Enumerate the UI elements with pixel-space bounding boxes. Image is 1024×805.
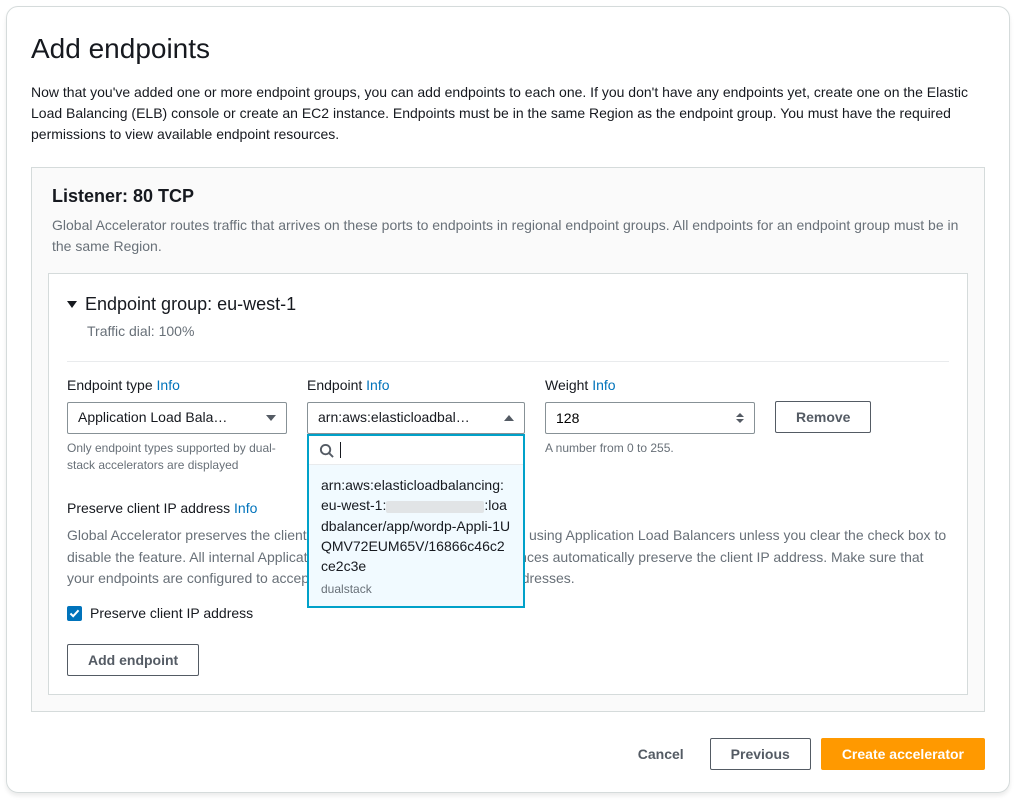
add-endpoints-page: Add endpoints Now that you've added one … [6, 6, 1010, 793]
endpoint-search-input[interactable] [309, 436, 523, 465]
endpoint-type-hint: Only endpoint types supported by dual-st… [67, 440, 287, 474]
spinner-up-icon[interactable] [736, 413, 744, 417]
endpoint-type-value: Application Load Bala… [78, 408, 258, 428]
chevron-up-icon [504, 415, 514, 421]
preserve-ip-checkbox-label: Preserve client IP address [90, 604, 253, 624]
preserve-ip-info-link[interactable]: Info [234, 500, 257, 516]
weight-label-text: Weight [545, 377, 592, 393]
text-cursor [340, 442, 341, 458]
redacted-account-id [386, 501, 484, 513]
endpoint-group-subtitle: Traffic dial: 100% [87, 322, 949, 342]
add-endpoint-row: Add endpoint [67, 644, 949, 676]
cancel-button[interactable]: Cancel [622, 740, 700, 768]
caret-down-icon [67, 301, 77, 308]
remove-column: Remove [775, 376, 871, 433]
weight-input[interactable] [545, 402, 755, 434]
previous-button[interactable]: Previous [710, 738, 811, 770]
endpoint-type-label: Endpoint type Info [67, 376, 287, 396]
endpoint-type-info-link[interactable]: Info [157, 377, 180, 393]
check-icon [69, 609, 80, 618]
page-intro: Now that you've added one or more endpoi… [31, 82, 985, 145]
listener-desc: Global Accelerator routes traffic that a… [52, 215, 964, 257]
page-title: Add endpoints [31, 29, 985, 68]
search-icon [319, 443, 334, 458]
endpoint-type-label-text: Endpoint type [67, 377, 157, 393]
endpoint-group-toggle[interactable]: Endpoint group: eu-west-1 [67, 292, 949, 317]
listener-title: Listener: 80 TCP [52, 184, 964, 209]
divider [67, 361, 949, 362]
preserve-ip-title-text: Preserve client IP address [67, 500, 234, 516]
endpoint-select[interactable]: arn:aws:elasticloadbal… [307, 402, 525, 434]
weight-hint: A number from 0 to 255. [545, 440, 755, 457]
endpoint-option-sublabel: dualstack [321, 581, 511, 598]
endpoint-group-header: Endpoint group: eu-west-1 Traffic dial: … [67, 274, 949, 351]
endpoint-label: Endpoint Info [307, 376, 525, 396]
endpoint-type-column: Endpoint type Info Application Load Bala… [67, 376, 287, 473]
endpoint-value: arn:aws:elasticloadbal… [318, 408, 496, 428]
add-endpoint-button[interactable]: Add endpoint [67, 644, 199, 676]
weight-spinner [736, 413, 744, 423]
chevron-down-icon [266, 415, 276, 421]
weight-column: Weight Info A number from 0 to 255. [545, 376, 755, 456]
endpoint-column: Endpoint Info arn:aws:elasticloadbal… [307, 376, 525, 434]
endpoint-type-select[interactable]: Application Load Bala… [67, 402, 287, 434]
preserve-ip-checkbox[interactable] [67, 606, 82, 621]
wizard-footer: Cancel Previous Create accelerator [31, 738, 985, 770]
endpoint-group-title: Endpoint group: eu-west-1 [85, 292, 296, 317]
endpoint-row: Endpoint type Info Application Load Bala… [67, 376, 949, 473]
create-accelerator-button[interactable]: Create accelerator [821, 738, 985, 770]
weight-info-link[interactable]: Info [592, 377, 615, 393]
remove-button[interactable]: Remove [775, 401, 871, 433]
listener-header: Listener: 80 TCP Global Accelerator rout… [32, 168, 984, 273]
endpoint-info-link[interactable]: Info [366, 377, 389, 393]
listener-container: Listener: 80 TCP Global Accelerator rout… [31, 167, 985, 711]
endpoint-option[interactable]: arn:aws:elasticloadbalancing:eu-west-1::… [309, 465, 523, 606]
endpoint-group-box: Endpoint group: eu-west-1 Traffic dial: … [48, 273, 968, 694]
endpoint-label-text: Endpoint [307, 377, 366, 393]
endpoint-dropdown: arn:aws:elasticloadbalancing:eu-west-1::… [307, 434, 525, 608]
weight-value[interactable] [556, 410, 730, 426]
spinner-down-icon[interactable] [736, 419, 744, 423]
weight-label: Weight Info [545, 376, 755, 396]
